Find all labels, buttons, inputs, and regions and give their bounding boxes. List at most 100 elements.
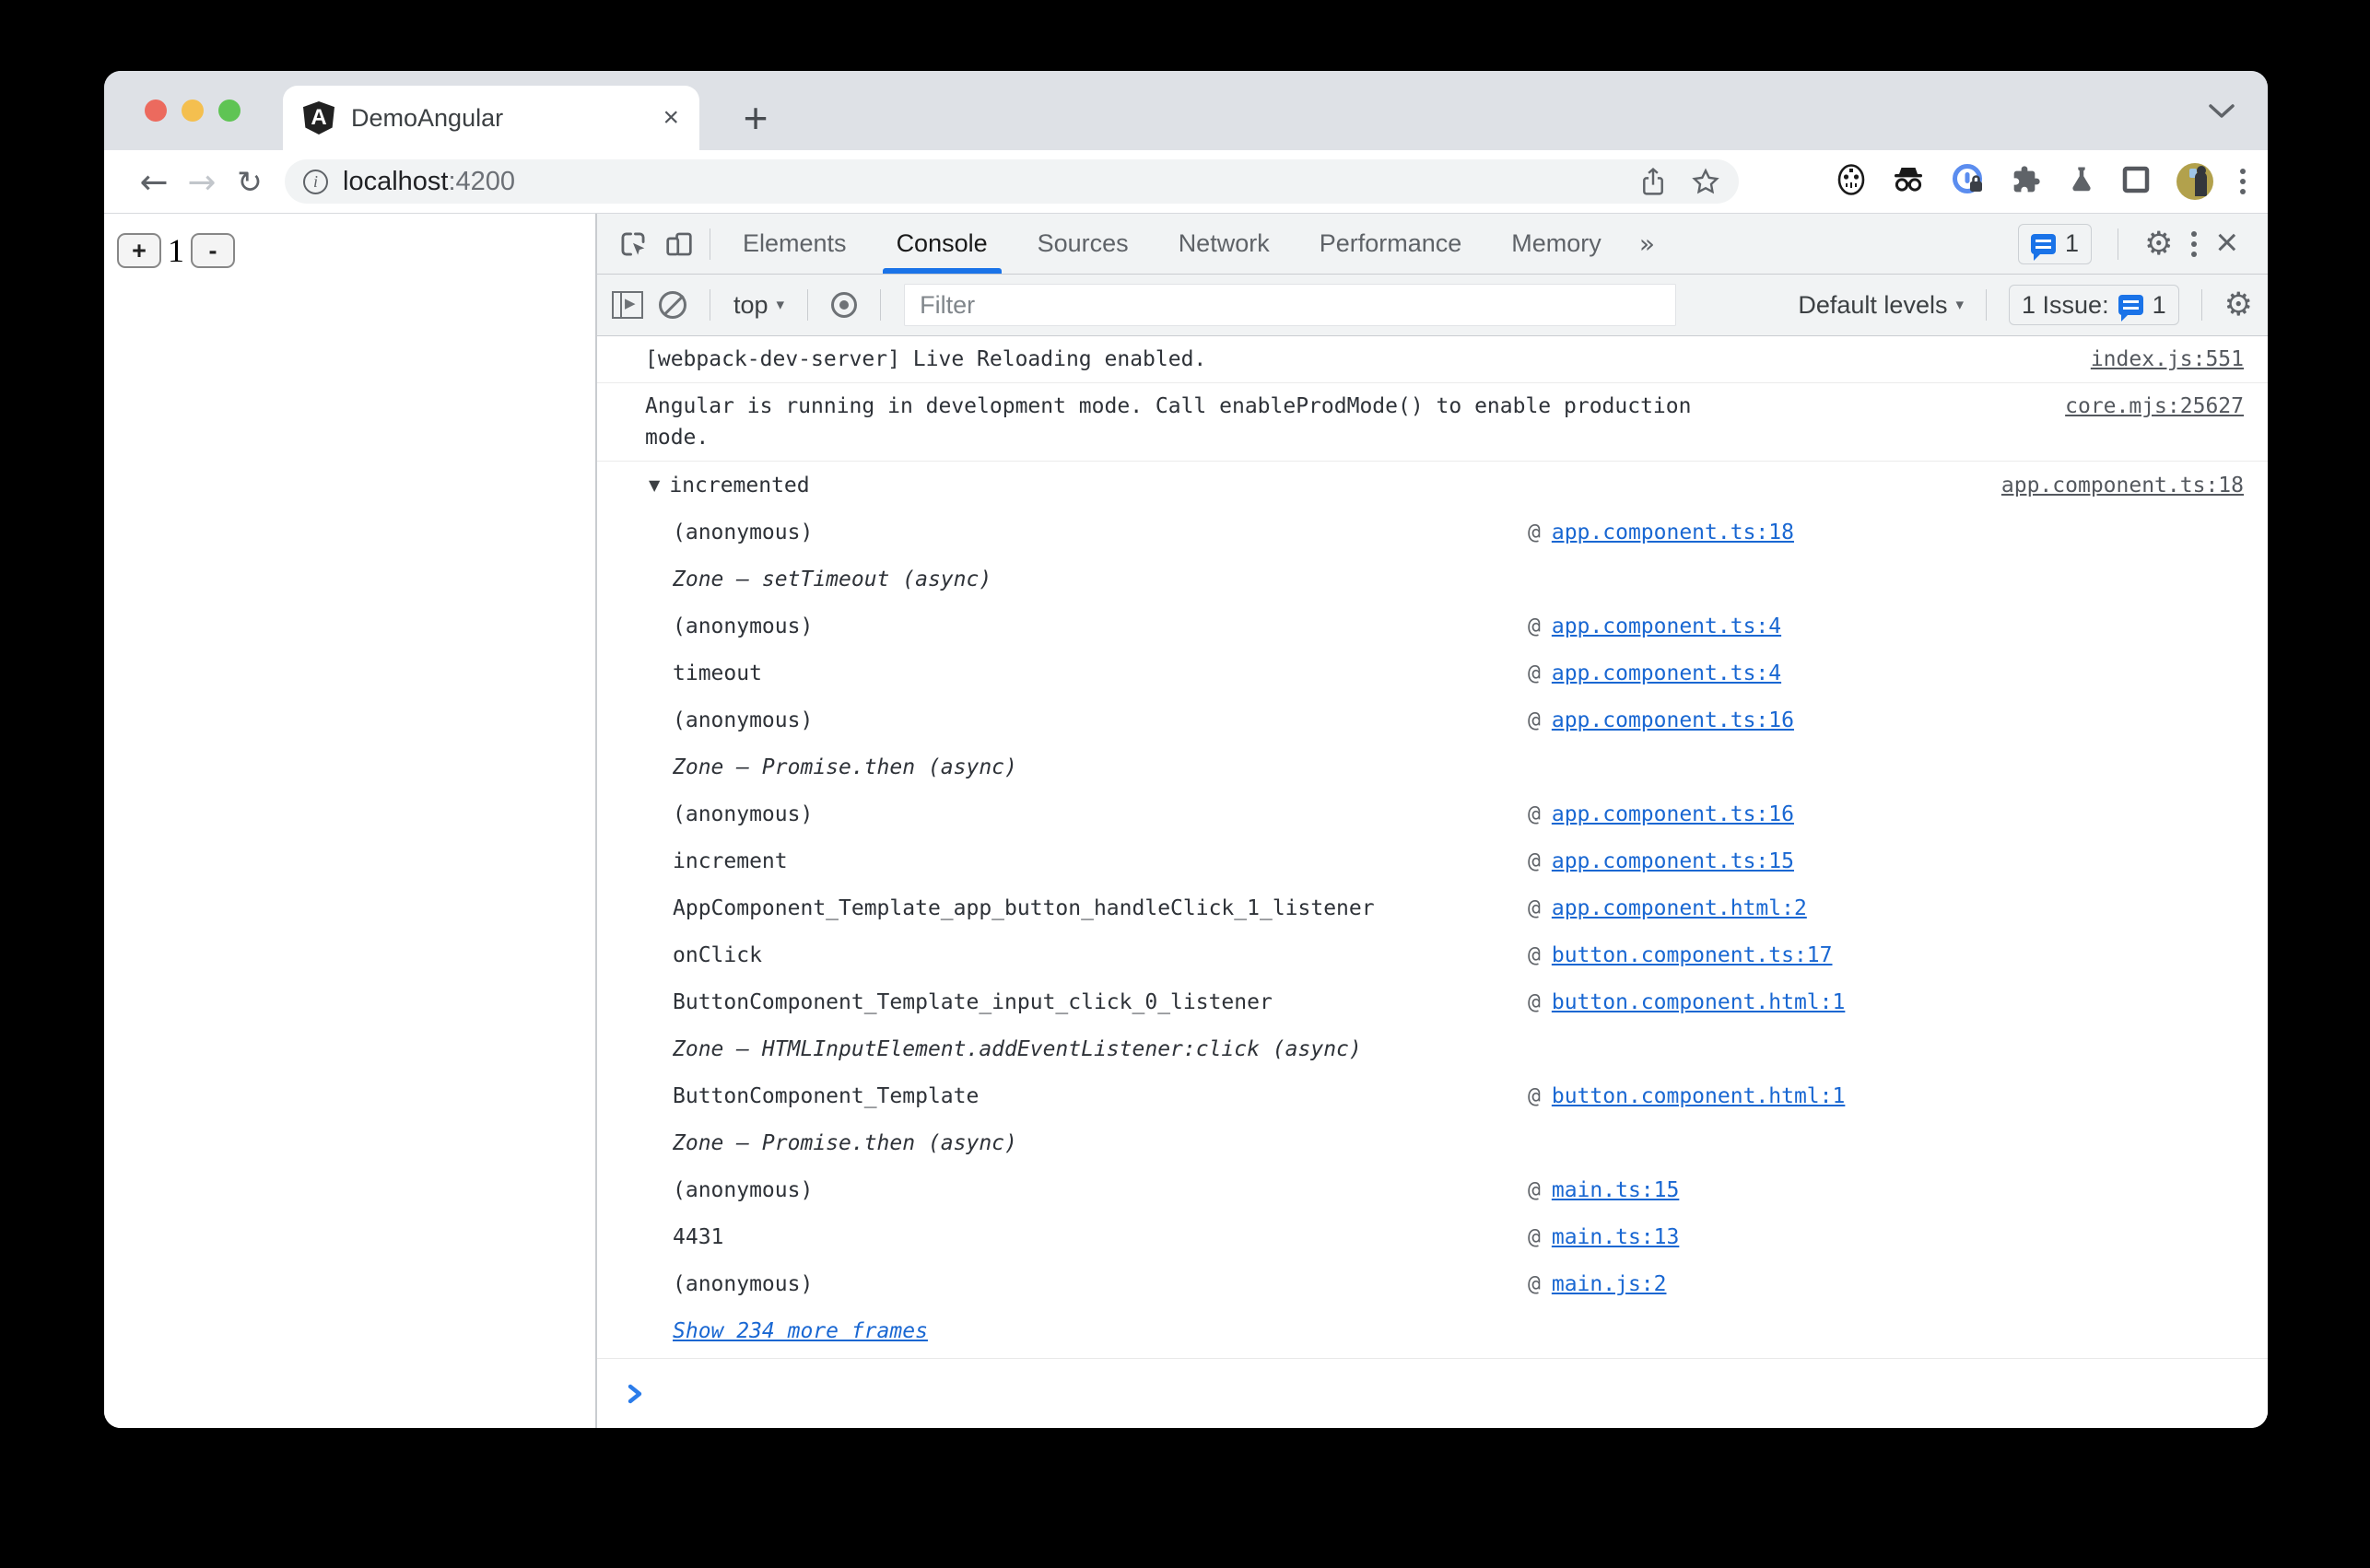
devtools-close-icon[interactable]: × — [2215, 222, 2238, 262]
address-bar[interactable]: i localhost:4200 — [285, 159, 1739, 204]
at-symbol: @ — [1528, 1083, 1541, 1108]
live-expression-eye-icon[interactable] — [831, 292, 858, 318]
frame-source-link[interactable]: app.component.ts:4 — [1552, 614, 1781, 638]
profile-avatar[interactable] — [2176, 163, 2213, 200]
stack-zone-row: Zone — setTimeout (async) — [597, 556, 2268, 603]
page-viewport: + 1 - — [104, 214, 597, 1428]
frame-source-link[interactable]: main.ts:15 — [1552, 1178, 1679, 1202]
back-button[interactable]: ← — [130, 162, 178, 202]
frame-source-link[interactable]: main.js:2 — [1552, 1272, 1667, 1296]
side-panel-icon[interactable] — [2122, 166, 2150, 198]
reload-button[interactable]: ↻ — [226, 164, 274, 200]
zone-label: Zone — setTimeout (async) — [673, 567, 992, 591]
source-link[interactable]: app.component.ts:18 — [2001, 470, 2244, 501]
browser-tab[interactable]: A DemoAngular × — [283, 86, 699, 150]
device-toolbar-icon[interactable] — [656, 214, 702, 274]
frame-function-name: (anonymous) — [673, 614, 814, 638]
clear-console-icon[interactable] — [659, 291, 686, 319]
at-symbol: @ — [1528, 942, 1541, 967]
issue-chip-button[interactable]: 1 Issue: 1 — [2009, 285, 2179, 325]
frame-function-name: (anonymous) — [673, 1177, 814, 1202]
frame-source-link[interactable]: main.ts:13 — [1552, 1225, 1679, 1249]
chevron-down-icon: ▾ — [1955, 296, 1965, 314]
frame-source-link[interactable]: app.component.html:2 — [1552, 896, 1807, 920]
stack-frame-row: (anonymous) @ app.component.ts:4 — [597, 603, 2268, 649]
password-manager-extension-icon[interactable] — [1952, 163, 1985, 201]
frame-function-name: timeout — [673, 661, 762, 685]
issues-counter-button[interactable]: 1 — [2018, 223, 2093, 264]
frame-function-name: onClick — [673, 942, 762, 967]
show-more-frames-link[interactable]: Show 234 more frames — [673, 1319, 928, 1343]
console-log: [webpack-dev-server] Live Reloading enab… — [597, 336, 2268, 1428]
extensions-puzzle-icon[interactable] — [2012, 165, 2041, 199]
stack-frame-row: (anonymous) @ main.js:2 — [597, 1260, 2268, 1307]
tab-memory[interactable]: Memory — [1486, 214, 1626, 274]
stack-zone-row: Zone — Promise.then (async) — [597, 1119, 2268, 1166]
frame-source-link[interactable]: button.component.ts:17 — [1552, 943, 1833, 967]
trace-label: incremented — [669, 473, 810, 497]
stack-zone-row: Zone — Promise.then (async) — [597, 743, 2268, 790]
console-settings-icon[interactable]: ⚙ — [2224, 287, 2253, 323]
frame-function-name: (anonymous) — [673, 708, 814, 732]
site-info-icon[interactable]: i — [303, 169, 328, 194]
increment-button[interactable]: + — [117, 233, 161, 268]
at-symbol: @ — [1528, 1177, 1541, 1202]
tab-sources[interactable]: Sources — [1013, 214, 1154, 274]
stack-frame-row: onClick @ button.component.ts:17 — [597, 931, 2268, 978]
frame-source-link[interactable]: app.component.ts:15 — [1552, 849, 1794, 873]
source-link[interactable]: index.js:551 — [2091, 344, 2244, 375]
tab-title: DemoAngular — [351, 103, 504, 132]
console-sidebar-icon[interactable] — [612, 291, 643, 319]
incognito-extension-icon[interactable] — [1892, 165, 1925, 199]
tab-console[interactable]: Console — [872, 214, 1013, 274]
zone-label: Zone — HTMLInputElement.addEventListener… — [673, 1036, 1362, 1061]
stack-frame-row: timeout @ app.component.ts:4 — [597, 649, 2268, 696]
stack-more-row: Show 234 more frames — [597, 1307, 2268, 1354]
mask-extension-icon[interactable] — [1837, 163, 1865, 200]
at-symbol: @ — [1528, 989, 1541, 1014]
trace-group-header[interactable]: ▼ incremented app.component.ts:18 — [597, 462, 2268, 509]
inspect-element-icon[interactable] — [610, 214, 656, 274]
source-link[interactable]: core.mjs:25627 — [2065, 391, 2244, 422]
count-value: 1 — [168, 232, 184, 269]
stack-frame-row: (anonymous) @ main.ts:15 — [597, 1166, 2268, 1213]
share-icon[interactable] — [1639, 166, 1667, 197]
at-symbol: @ — [1528, 1224, 1541, 1249]
stack-frame-row: ButtonComponent_Template @ button.compon… — [597, 1072, 2268, 1119]
decrement-button[interactable]: - — [191, 233, 235, 268]
tab-network[interactable]: Network — [1154, 214, 1295, 274]
chevron-down-icon[interactable] — [2207, 102, 2236, 125]
chevron-down-icon: ▾ — [776, 296, 785, 314]
log-levels-selector[interactable]: Default levels ▾ — [1798, 291, 1964, 320]
frame-source-link[interactable]: app.component.ts:18 — [1552, 521, 1794, 544]
frame-source-link[interactable]: app.component.ts:16 — [1552, 802, 1794, 826]
frame-source-link[interactable]: button.component.html:1 — [1552, 1084, 1846, 1108]
stack-frames: (anonymous) @ app.component.ts:18 Zone —… — [597, 509, 2268, 1354]
more-tabs-icon[interactable]: » — [1626, 228, 1668, 259]
at-symbol: @ — [1528, 661, 1541, 685]
tab-performance[interactable]: Performance — [1295, 214, 1487, 274]
labs-flask-icon[interactable] — [2068, 165, 2095, 199]
frame-function-name: AppComponent_Template_app_button_handleC… — [673, 895, 1375, 920]
minimize-window-button[interactable] — [182, 99, 204, 122]
new-tab-button[interactable]: + — [723, 86, 788, 150]
frame-source-link[interactable]: app.component.ts:4 — [1552, 661, 1781, 685]
context-selector[interactable]: top ▾ — [733, 291, 784, 320]
at-symbol: @ — [1528, 895, 1541, 920]
tab-elements[interactable]: Elements — [718, 214, 872, 274]
console-prompt[interactable] — [597, 1358, 2268, 1428]
tab-close-icon[interactable]: × — [659, 102, 683, 134]
frame-source-link[interactable]: button.component.html:1 — [1552, 990, 1846, 1014]
bookmark-star-icon[interactable] — [1691, 167, 1720, 196]
devtools-menu-icon[interactable] — [2191, 230, 2198, 257]
zoom-window-button[interactable] — [218, 99, 241, 122]
browser-menu-icon[interactable] — [2240, 169, 2246, 194]
devtools-settings-icon[interactable]: ⚙ — [2144, 226, 2173, 263]
frame-source-link[interactable]: app.component.ts:16 — [1552, 708, 1794, 732]
issues-bubble-icon — [2031, 233, 2057, 261]
filter-input[interactable] — [904, 284, 1677, 326]
at-symbol: @ — [1528, 802, 1541, 826]
browser-toolbar: ← → ↻ i localhost:4200 — [104, 150, 2268, 214]
expander-triangle-icon[interactable]: ▼ — [649, 476, 660, 494]
close-window-button[interactable] — [145, 99, 167, 122]
